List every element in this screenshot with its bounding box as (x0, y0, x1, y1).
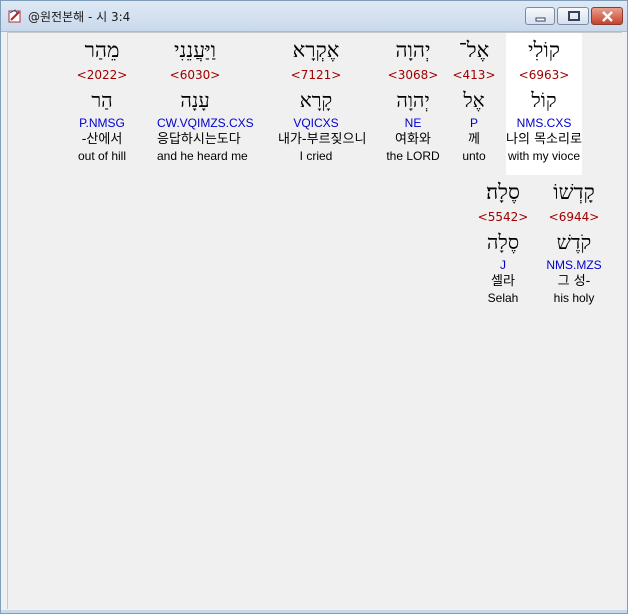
strong-number-link[interactable]: <6963> (506, 67, 582, 83)
hebrew-lemma: קָרָא (299, 88, 333, 112)
hebrew-word: יְהוָה (395, 38, 431, 62)
english-gloss: with my vioce (507, 149, 581, 163)
maximize-button[interactable] (557, 7, 589, 25)
korean-gloss: 내가-부르짖으니 (278, 132, 367, 147)
morphology-code: J (500, 258, 506, 272)
hebrew-word: סֶלָה׃ (486, 180, 520, 204)
strong-number-link[interactable]: <6944> (536, 209, 612, 225)
word-column[interactable]: יְהוָה <3068> יְהוָה NE 여화와 the LORD (375, 33, 451, 165)
word-column[interactable]: קָדְשׁוֹ <6944> קֹדֶשׁ NMS.MZS 그 성-his holy (536, 175, 612, 307)
korean-gloss: 그 성- (557, 274, 591, 289)
title-bar[interactable]: @원전본해 - 시 3:4 (1, 1, 627, 32)
close-button[interactable] (591, 7, 623, 25)
window-title: @원전본해 - 시 3:4 (28, 10, 131, 24)
app-icon (7, 8, 23, 24)
strong-number-link[interactable]: <2022> (64, 67, 140, 83)
morphology-code: NMS.CXS (516, 116, 572, 130)
english-gloss: I cried (299, 149, 333, 163)
hebrew-word: קָדְשׁוֹ (553, 180, 595, 204)
word-column[interactable]: אֶקְרָא <7121> קָרָא VQICXS 내가-부르짖으니 I cried (278, 33, 367, 165)
hebrew-word: אֶקְרָא (292, 38, 340, 62)
hebrew-lemma: עָנָה (180, 88, 210, 112)
hebrew-word: קוֹלִי (528, 38, 560, 62)
morphology-code: NMS.MZS (546, 258, 602, 272)
morphology-code: CW.VQIMZS.CXS (157, 116, 254, 130)
hebrew-lemma: קֹדֶשׁ (556, 230, 592, 254)
word-column[interactable]: קוֹלִי <6963> קוֹל NMS.CXS 나의 목소리로 with my vi… (506, 33, 582, 175)
strong-number-link[interactable]: <7121> (278, 67, 354, 83)
minimize-button[interactable] (525, 7, 555, 25)
hebrew-lemma: הַר (91, 88, 113, 112)
korean-gloss: 셀라 (491, 274, 515, 289)
hebrew-lemma: קוֹל (531, 88, 557, 112)
strong-number-link[interactable]: <5542> (465, 209, 541, 225)
hebrew-word: וַיַּעֲנֵנִי (174, 38, 216, 62)
word-column[interactable]: סֶלָה׃ <5542> סֶלָה J 셀라 Selah (465, 175, 541, 307)
hebrew-word: מֵהַר (84, 38, 120, 62)
english-gloss: Selah (487, 291, 519, 305)
hebrew-lemma: יְהוָה (396, 88, 430, 112)
morphology-code: VQICXS (293, 116, 339, 130)
morphology-code: P.NMSG (79, 116, 125, 130)
korean-gloss: 응답하시는도다 (157, 132, 241, 147)
korean-gloss: -산에서 (81, 132, 123, 147)
english-gloss: out of hill (77, 149, 127, 163)
word-column[interactable]: וַיַּעֲנֵנִי <6030> עָנָה CW.VQIMZS.CXS 응답하시… (157, 33, 254, 165)
english-gloss: the LORD (386, 149, 440, 163)
window-bottom-border (1, 610, 627, 613)
english-gloss: his holy (553, 291, 595, 305)
strong-number-link[interactable]: <3068> (375, 67, 451, 83)
korean-gloss: 나의 목소리로 (506, 132, 582, 147)
english-gloss: and he heard me (157, 149, 248, 163)
morphology-code: NE (404, 116, 422, 130)
hebrew-lemma: סֶלָה (486, 230, 520, 254)
korean-gloss: 여화와 (395, 132, 431, 147)
word-column[interactable]: מֵהַר <2022> הַר P.NMSG -산에서 out of hill (64, 33, 140, 165)
interlinear-panel: קוֹלִי <6963> קוֹל NMS.CXS 나의 목소리로 with my vi… (7, 32, 622, 609)
main-window: @원전본해 - 시 3:4 קוֹלִי <6963> קוֹל NMS.CXS 나의 … (0, 0, 628, 614)
strong-number-link[interactable]: <6030> (157, 67, 233, 83)
